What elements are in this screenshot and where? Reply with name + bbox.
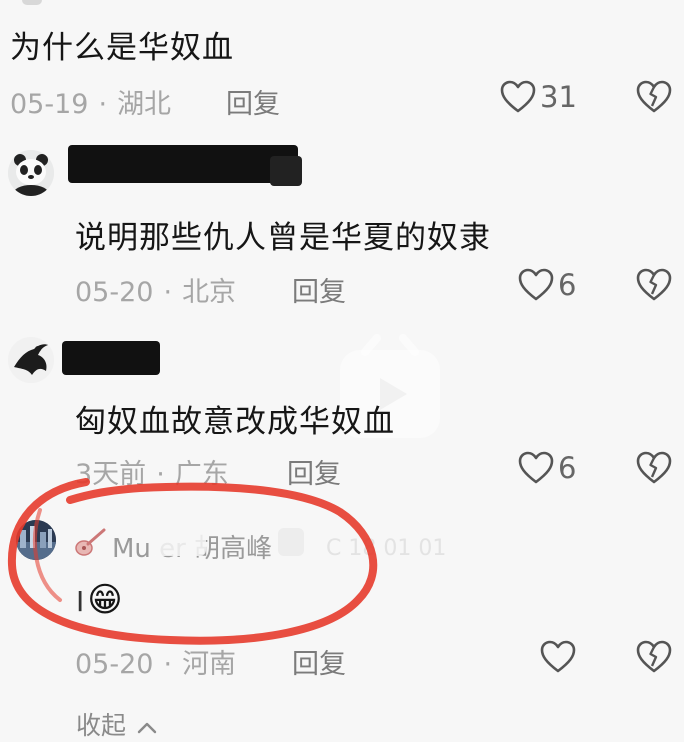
- broken-heart-icon: [636, 640, 672, 673]
- avatar[interactable]: [16, 520, 56, 560]
- dislike-button[interactable]: [636, 451, 672, 489]
- comment-text: I😁: [76, 580, 124, 620]
- comment-date: 05-20: [75, 277, 154, 308]
- dislike-button[interactable]: [636, 640, 672, 678]
- comment-text: 匈奴血故意改成华奴血: [75, 404, 395, 440]
- guitar-icon: [75, 528, 106, 556]
- dislike-button[interactable]: [636, 268, 672, 306]
- meta-separator: ·: [163, 277, 173, 308]
- collapse-button[interactable]: 收起: [76, 706, 158, 742]
- watermark-text: C 18 01 01: [326, 536, 447, 561]
- heart-outline-icon: [518, 451, 554, 484]
- comment-date: 05-19: [10, 89, 89, 120]
- comment-date: 3天前: [75, 459, 147, 490]
- comment-location: 湖北: [117, 89, 172, 120]
- like-button[interactable]: 6: [518, 268, 576, 302]
- broken-heart-icon: [636, 80, 672, 113]
- grinning-emoji: 😁: [87, 580, 124, 620]
- chevron-up-icon: [137, 722, 157, 734]
- like-count: 31: [540, 80, 577, 114]
- like-count: 6: [558, 268, 577, 302]
- comment-meta: 05-20 · 河南: [75, 642, 236, 681]
- redacted-username: [68, 145, 298, 183]
- previous-avatar-edge: [22, 0, 42, 5]
- comment-date: 05-20: [75, 649, 154, 680]
- reply-button[interactable]: 回复: [287, 452, 341, 491]
- like-button[interactable]: [540, 640, 576, 674]
- comment-meta: 05-20 · 北京: [75, 270, 236, 309]
- heart-outline-icon: [518, 268, 554, 301]
- like-button[interactable]: 6: [518, 451, 576, 485]
- redacted-username: [62, 341, 160, 375]
- meta-separator: ·: [156, 459, 165, 490]
- comment-body: I: [76, 585, 86, 618]
- blurred-name-patch: [150, 530, 206, 556]
- heart-outline-icon: [540, 640, 576, 673]
- meta-separator: ·: [98, 89, 108, 120]
- reply-button[interactable]: 回复: [292, 642, 346, 681]
- collapse-label: 收起: [76, 711, 127, 740]
- photo-avatar: [16, 520, 56, 560]
- reply-button[interactable]: 回复: [226, 82, 280, 121]
- dislike-button[interactable]: [636, 80, 672, 118]
- like-button[interactable]: 31: [500, 80, 577, 114]
- comment-location: 广东: [174, 459, 229, 490]
- like-count: 6: [558, 451, 577, 485]
- avatar[interactable]: [8, 150, 54, 196]
- comment-text: 为什么是华奴血: [10, 30, 234, 66]
- redacted-username: [270, 156, 302, 186]
- broken-heart-icon: [636, 268, 672, 301]
- blurred-name-patch: [278, 528, 304, 556]
- panda-avatar: [8, 150, 54, 196]
- comment-meta: 3天前 · 广东: [75, 452, 229, 491]
- broken-heart-icon: [636, 451, 672, 484]
- comment-meta: 05-19 · 湖北: [10, 82, 171, 121]
- comment-text: 说明那些仇人曾是华夏的奴隶: [75, 220, 491, 256]
- avatar[interactable]: [8, 337, 54, 383]
- ink-figure-avatar: [8, 337, 54, 383]
- heart-outline-icon: [500, 80, 536, 113]
- comment-location: 河南: [182, 649, 237, 680]
- reply-button[interactable]: 回复: [292, 270, 346, 309]
- meta-separator: ·: [163, 649, 173, 680]
- comment-location: 北京: [182, 277, 237, 308]
